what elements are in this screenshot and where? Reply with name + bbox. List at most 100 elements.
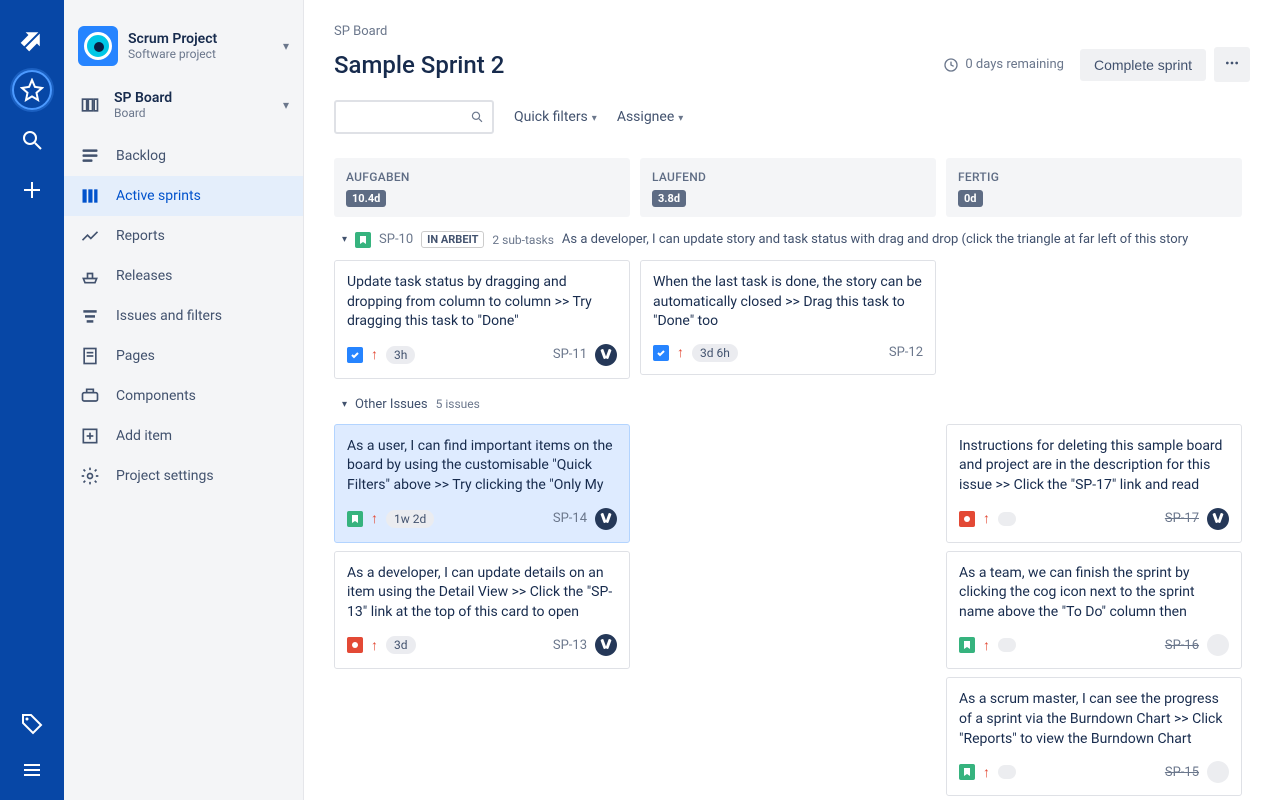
issue-card[interactable]: As a team, we can finish the sprint by c… — [946, 551, 1242, 670]
issue-card[interactable]: As a scrum master, I can see the progres… — [946, 677, 1242, 796]
nav-issues[interactable]: Issues and filters — [64, 296, 303, 336]
bug-icon — [347, 637, 363, 653]
estimate-empty — [998, 765, 1016, 779]
nav-project-settings[interactable]: Project settings — [64, 456, 303, 496]
chevron-down-icon: ▾ — [283, 98, 289, 112]
product-logo[interactable] — [12, 20, 52, 60]
issue-key[interactable]: SP-14 — [553, 511, 587, 526]
chevron-down-icon: ▾ — [342, 399, 347, 410]
nav-components[interactable]: Components — [64, 376, 303, 416]
nav-label: Add item — [116, 428, 172, 444]
issue-key[interactable]: SP-15 — [1165, 765, 1199, 780]
priority-icon: ↑ — [983, 637, 990, 654]
issue-card[interactable]: As a user, I can find important items on… — [334, 424, 630, 543]
issue-key[interactable]: SP-13 — [553, 638, 587, 653]
tag-icon[interactable] — [12, 704, 52, 744]
nav-releases[interactable]: Releases — [64, 256, 303, 296]
global-nav-rail — [0, 0, 64, 800]
column-cell[interactable] — [946, 260, 1242, 379]
column-header[interactable]: AUFGABEN 10.4d — [334, 158, 630, 217]
column-title: LAUFEND — [652, 170, 924, 184]
story-icon — [959, 637, 975, 653]
nav-label: Pages — [116, 348, 155, 364]
card-summary: As a team, we can finish the sprint by c… — [959, 564, 1229, 623]
nav-add-item[interactable]: Add item — [64, 416, 303, 456]
column-cell[interactable]: When the last task is done, the story ca… — [640, 260, 936, 379]
complete-sprint-button[interactable]: Complete sprint — [1080, 49, 1206, 81]
assignee-avatar[interactable] — [595, 508, 617, 530]
status-lozenge: IN ARBEIT — [421, 231, 484, 248]
issue-card[interactable]: When the last task is done, the story ca… — [640, 260, 936, 375]
nav-label: Project settings — [116, 468, 214, 484]
priority-icon: ↑ — [983, 510, 990, 527]
project-switcher[interactable]: Scrum Project Software project ▾ — [64, 20, 303, 80]
assignee-label: Assignee — [617, 109, 674, 125]
chevron-down-icon: ▾ — [342, 234, 347, 245]
nav-active-sprints[interactable]: Active sprints — [64, 176, 303, 216]
nav-backlog[interactable]: Backlog — [64, 136, 303, 176]
board-search[interactable] — [334, 100, 494, 134]
card-summary: As a developer, I can update details on … — [347, 564, 617, 623]
estimate-badge: 3d 6h — [692, 344, 738, 362]
assignee-avatar[interactable] — [1207, 508, 1229, 530]
more-actions-button[interactable] — [1214, 47, 1250, 82]
column-cell[interactable]: Instructions for deleting this sample bo… — [946, 424, 1242, 796]
ellipsis-icon — [1224, 55, 1240, 71]
swimlane: ▾ Other Issues 5 issues As a user, I can… — [334, 393, 1250, 796]
issue-key[interactable]: SP-12 — [889, 345, 923, 360]
assignee-avatar[interactable] — [595, 634, 617, 656]
column-cell[interactable]: Update task status by dragging and dropp… — [334, 260, 630, 379]
swimlane-header[interactable]: ▾ SP-10 IN ARBEIT 2 sub-tasks As a devel… — [334, 227, 1250, 252]
ship-icon — [78, 266, 102, 286]
unassigned-avatar[interactable] — [1207, 634, 1229, 656]
assignee-avatar[interactable] — [595, 344, 617, 366]
card-summary: When the last task is done, the story ca… — [653, 273, 923, 332]
issue-key[interactable]: SP-17 — [1165, 511, 1199, 526]
menu-icon[interactable] — [12, 750, 52, 790]
swimlane-header[interactable]: ▾ Other Issues 5 issues — [334, 393, 1250, 416]
column-cell[interactable]: As a user, I can find important items on… — [334, 424, 630, 796]
issue-key[interactable]: SP-16 — [1165, 638, 1199, 653]
assignee-dropdown[interactable]: Assignee ▾ — [617, 109, 683, 125]
backlog-icon — [78, 146, 102, 166]
search-input[interactable] — [344, 109, 470, 125]
issue-card[interactable]: Update task status by dragging and dropp… — [334, 260, 630, 379]
sprint-title: Sample Sprint 2 — [334, 51, 943, 79]
issue-card[interactable]: As a developer, I can update details on … — [334, 551, 630, 670]
star-icon[interactable] — [12, 70, 52, 110]
unassigned-avatar[interactable] — [1207, 761, 1229, 783]
column-estimate-badge: 10.4d — [346, 190, 386, 207]
column-estimate-badge: 0d — [958, 190, 983, 207]
issue-key[interactable]: SP-11 — [553, 347, 587, 362]
estimate-empty — [998, 638, 1016, 652]
create-icon[interactable] — [12, 170, 52, 210]
swimlane: ▾ SP-10 IN ARBEIT 2 sub-tasks As a devel… — [334, 227, 1250, 379]
estimate-badge: 3h — [386, 346, 415, 364]
swimlane-key[interactable]: SP-10 — [379, 232, 413, 247]
nav-reports[interactable]: Reports — [64, 216, 303, 256]
quick-filters-dropdown[interactable]: Quick filters▾ — [514, 109, 597, 125]
column-header[interactable]: LAUFEND 3.8d — [640, 158, 936, 217]
swimlane-count: 5 issues — [436, 397, 480, 411]
priority-icon: ↑ — [371, 637, 378, 654]
chevron-down-icon: ▾ — [678, 113, 683, 124]
board-switcher[interactable]: SP Board Board ▾ — [64, 80, 303, 130]
issue-card[interactable]: Instructions for deleting this sample bo… — [946, 424, 1242, 543]
story-icon — [959, 764, 975, 780]
search-icon[interactable] — [12, 120, 52, 160]
clock-icon — [943, 57, 959, 73]
board-columns-header: AUFGABEN 10.4d LAUFEND 3.8d FERTIG 0d — [334, 158, 1250, 227]
column-header[interactable]: FERTIG 0d — [946, 158, 1242, 217]
story-icon — [347, 511, 363, 527]
priority-icon: ↑ — [983, 764, 990, 781]
component-icon — [78, 386, 102, 406]
column-cell[interactable] — [640, 424, 936, 796]
gear-icon — [78, 466, 102, 486]
project-type: Software project — [128, 47, 283, 61]
nav-pages[interactable]: Pages — [64, 336, 303, 376]
breadcrumb[interactable]: SP Board — [334, 24, 1250, 39]
board-name: SP Board — [114, 90, 283, 106]
card-summary: Instructions for deleting this sample bo… — [959, 437, 1229, 496]
priority-icon: ↑ — [677, 344, 684, 361]
column-title: FERTIG — [958, 170, 1230, 184]
